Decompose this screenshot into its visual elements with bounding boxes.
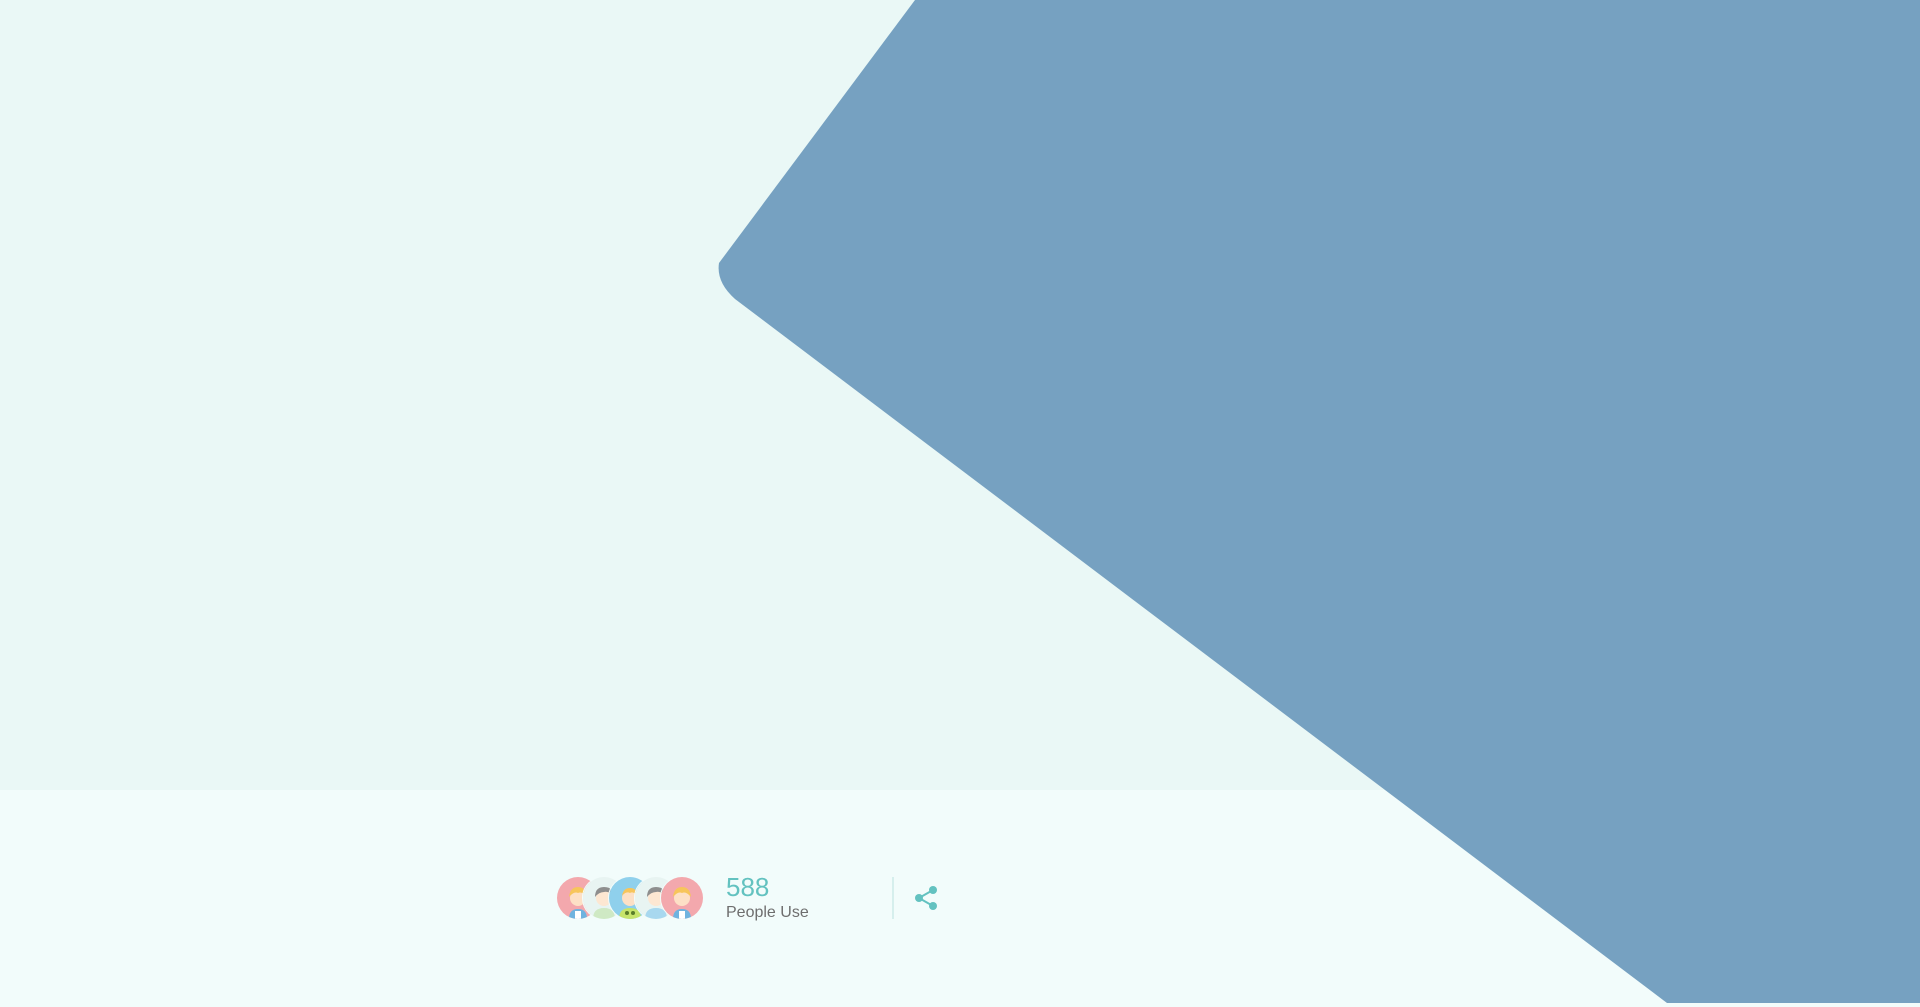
usage-count-label: People Use xyxy=(726,904,809,921)
divider xyxy=(892,877,894,919)
avatar-group xyxy=(556,876,704,920)
usage-count: 588 xyxy=(726,872,770,902)
usage-stats-bar: 588 People Use xyxy=(556,873,942,923)
top-background-panel xyxy=(0,0,1920,790)
bottom-background-panel xyxy=(0,790,1920,1007)
usage-count-block: 588 People Use xyxy=(726,873,886,923)
share-icon xyxy=(915,886,937,910)
share-button[interactable] xyxy=(910,882,942,914)
girl-avatar-icon xyxy=(660,876,704,920)
